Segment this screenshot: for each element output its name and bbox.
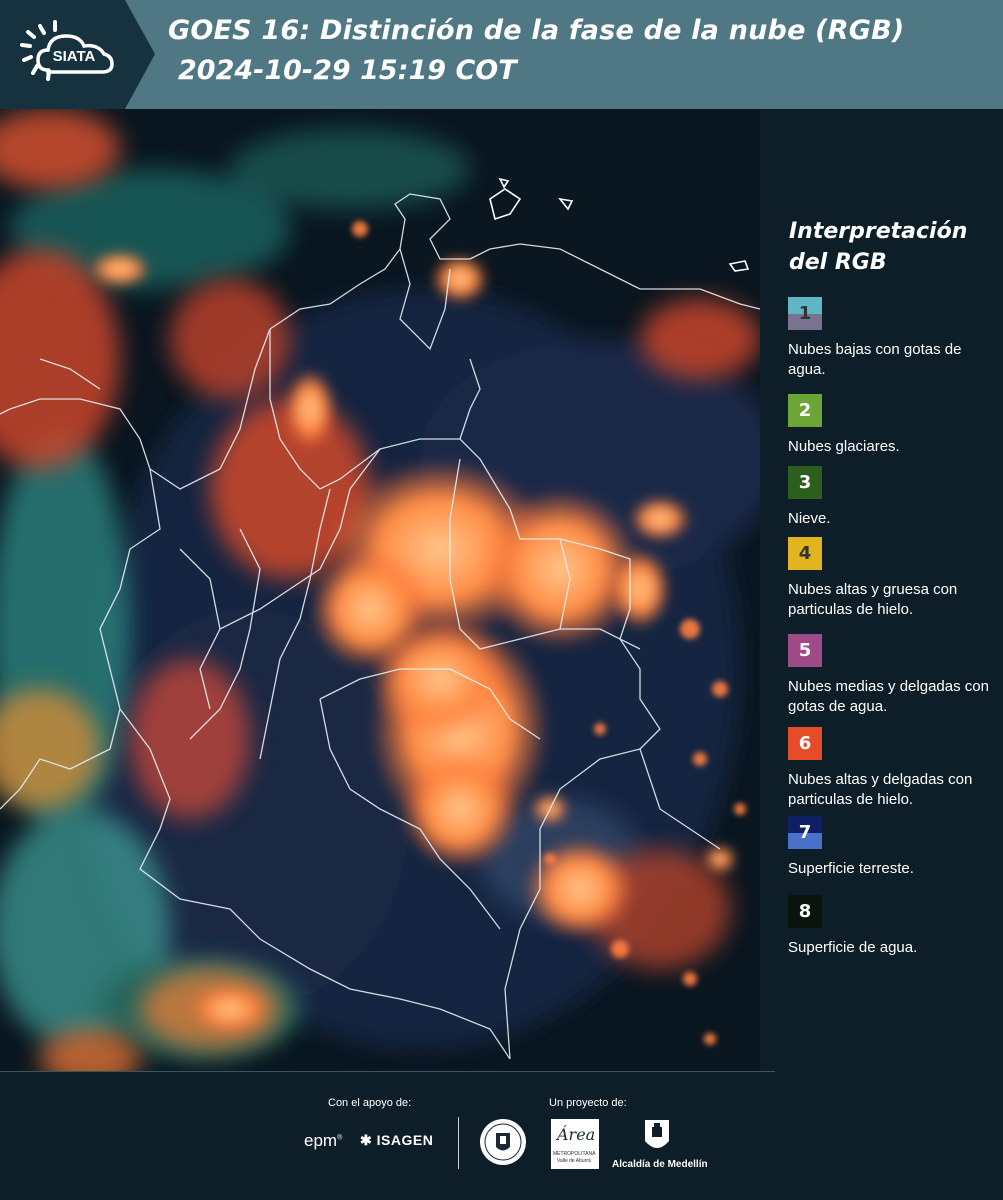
epm-text: epm [304, 1131, 338, 1150]
legend-label: Superficie terreste. [788, 860, 914, 877]
alcaldia-text: Alcaldía de Medellín [612, 1159, 708, 1170]
university-seal-icon [480, 1119, 526, 1165]
legend-title-line1: Interpretación [789, 219, 968, 244]
legend-item: 3 Nieve. [788, 466, 998, 529]
legend-number: 3 [798, 472, 812, 493]
legend-swatch: 1 [788, 297, 822, 330]
page-title: GOES 16: Distinción de la fase de la nub… [168, 15, 905, 46]
siata-logo: SIATA [0, 0, 155, 109]
project-caption: Un proyecto de: [549, 1097, 627, 1109]
legend-label: Nubes altas y gruesa con particulas de h… [788, 581, 958, 618]
legend-item: 1 Nubes bajas con gotas de agua. [788, 297, 998, 380]
legend-number: 4 [798, 543, 812, 564]
legend-number: 5 [798, 640, 812, 661]
legend-swatch: 7 [788, 816, 822, 849]
logo-text: SIATA [53, 48, 96, 65]
legend-number: 1 [798, 303, 812, 324]
legend-panel: Interpretación del RGB 1 Nubes bajas con … [760, 109, 1003, 1071]
satellite-map [0, 109, 760, 1071]
legend-number: 2 [798, 400, 812, 421]
legend-swatch: 5 [788, 634, 822, 667]
alcaldia-shield-icon [645, 1120, 669, 1148]
legend-swatch: 3 [788, 466, 822, 499]
footer-divider [0, 1071, 775, 1072]
area-sub2: Valle de Aburrá [557, 1158, 591, 1164]
area-metropolitana-logo: Área METROPOLITANA Valle de Aburrá [551, 1119, 599, 1169]
legend-number: 6 [798, 733, 812, 754]
legend-item: 7 Superficie terreste. [788, 816, 998, 879]
legend-label: Superficie de agua. [788, 939, 918, 956]
support-caption: Con el apoyo de: [328, 1097, 412, 1109]
legend-swatch: 2 [788, 394, 822, 427]
legend-item: 2 Nubes glaciares. [788, 394, 998, 457]
legend-number: 8 [798, 901, 812, 922]
legend-label: Nubes medias y delgadas con gotas de agu… [788, 678, 989, 715]
legend-swatch: 6 [788, 727, 822, 760]
legend-label: Nubes bajas con gotas de agua. [788, 341, 962, 378]
legend-label: Nieve. [788, 510, 831, 527]
isagen-text: ISAGEN [376, 1132, 434, 1148]
epm-logo: epm® [304, 1131, 343, 1150]
legend-swatch: 8 [788, 895, 822, 928]
legend-swatch: 4 [788, 537, 822, 570]
footer: Con el apoyo de: Un proyecto de: epm® ✱ … [0, 1071, 1003, 1200]
header-bar: SIATA GOES 16: Distinción de la fase de … [0, 0, 1003, 109]
legend-item: 4 Nubes altas y gruesa con particulas de … [788, 537, 998, 620]
legend-number: 7 [798, 822, 812, 843]
isagen-logo: ✱ ISAGEN [360, 1132, 434, 1148]
legend-item: 6 Nubes altas y delgadas con particulas d… [788, 727, 998, 810]
footer-separator [458, 1117, 459, 1169]
legend-title: Interpretación del RGB [789, 216, 989, 278]
legend-label: Nubes glaciares. [788, 438, 900, 455]
legend-item: 5 Nubes medias y delgadas con gotas de ag… [788, 634, 998, 717]
area-logo-text: Área [557, 1125, 596, 1144]
timestamp: 2024-10-29 15:19 COT [178, 55, 517, 86]
legend-item: 8 Superficie de agua. [788, 895, 998, 958]
legend-title-line2: del RGB [789, 250, 887, 275]
area-sub1: METROPOLITANA [553, 1151, 596, 1157]
legend-label: Nubes altas y delgadas con particulas de… [788, 771, 973, 808]
